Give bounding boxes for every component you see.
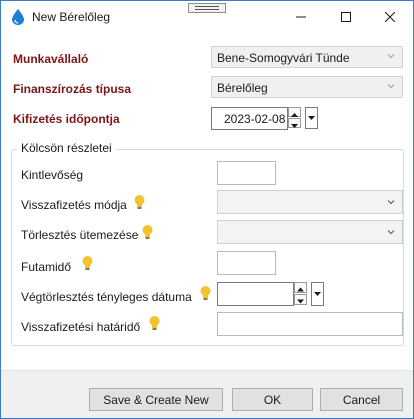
ok-button[interactable]: OK	[232, 388, 313, 411]
close-button[interactable]	[367, 1, 413, 32]
chevron-down-icon	[387, 200, 395, 205]
maximize-button[interactable]	[323, 1, 369, 32]
payment-date-field[interactable]: 2023-02-08	[211, 107, 288, 130]
maximize-icon	[341, 11, 351, 22]
app-droplet-icon	[12, 9, 24, 25]
date-spin-up-button[interactable]	[288, 107, 301, 117]
payment-date-picker[interactable]: 2023-02-08	[211, 107, 320, 130]
lightbulb-icon[interactable]	[199, 285, 212, 301]
lightbulb-icon[interactable]	[141, 224, 154, 240]
financing-type-label: Finanszírozás típusa	[13, 82, 132, 96]
repayment-schedule-combo[interactable]	[217, 220, 403, 244]
term-label: Futamidő	[21, 260, 72, 274]
repayment-schedule-label: Törlesztés ütemezése	[21, 228, 139, 242]
final-repayment-date-picker[interactable]	[217, 282, 327, 306]
date-spin-down-button[interactable]	[294, 294, 307, 305]
dialog-window: New Bérelőleg Munkavállaló Bene-Somogyvá…	[0, 0, 414, 419]
repayment-method-combo[interactable]	[217, 190, 403, 214]
spin-down-icon	[291, 124, 298, 128]
cancel-button[interactable]: Cancel	[320, 388, 403, 411]
spin-down-icon	[297, 299, 304, 304]
save-create-new-button[interactable]: Save & Create New	[89, 388, 223, 411]
drag-grip-icon[interactable]	[188, 3, 226, 13]
repayment-deadline-input[interactable]	[217, 312, 403, 336]
dialog-footer: Save & Create New OK Cancel	[1, 370, 413, 418]
window-title: New Bérelőleg	[32, 10, 111, 24]
title-bar[interactable]: New Bérelőleg	[1, 1, 413, 32]
date-spin-down-button[interactable]	[288, 118, 301, 128]
date-spin-up-button[interactable]	[294, 282, 307, 293]
repayment-deadline-label: Visszafizetési határidő	[21, 320, 141, 334]
close-icon	[385, 11, 395, 22]
outstanding-label: Kintlevőség	[21, 168, 84, 182]
employee-combo[interactable]: Bene-Somogyvári Tünde	[211, 46, 403, 68]
payment-date-label: Kifizetés időpontja	[13, 112, 120, 126]
minimize-button[interactable]	[278, 1, 324, 32]
loan-details-title: Kölcsön részletei	[17, 141, 116, 155]
financing-type-combo[interactable]: Bérelőleg	[211, 76, 403, 98]
chevron-down-icon	[314, 292, 321, 296]
term-input[interactable]	[217, 251, 276, 275]
minimize-icon	[296, 16, 306, 17]
payment-date-value: 2023-02-08	[224, 112, 286, 126]
employee-label: Munkavállaló	[13, 52, 89, 66]
lightbulb-icon[interactable]	[148, 315, 161, 331]
final-repayment-date-field[interactable]	[217, 282, 294, 306]
outstanding-input[interactable]	[217, 161, 276, 185]
chevron-down-icon	[387, 84, 395, 89]
chevron-down-icon	[308, 116, 315, 120]
date-dropdown-button[interactable]	[311, 282, 324, 306]
final-repayment-date-label: Végtörlesztés tényleges dátuma	[21, 290, 192, 304]
chevron-down-icon	[387, 230, 395, 235]
lightbulb-icon[interactable]	[81, 255, 94, 271]
spin-up-icon	[297, 287, 304, 292]
employee-value: Bene-Somogyvári Tünde	[217, 51, 350, 65]
repayment-method-label: Visszafizetés módja	[21, 198, 127, 212]
lightbulb-icon[interactable]	[133, 194, 146, 210]
date-dropdown-button[interactable]	[305, 107, 318, 129]
chevron-down-icon	[387, 54, 395, 59]
financing-type-value: Bérelőleg	[217, 81, 268, 95]
